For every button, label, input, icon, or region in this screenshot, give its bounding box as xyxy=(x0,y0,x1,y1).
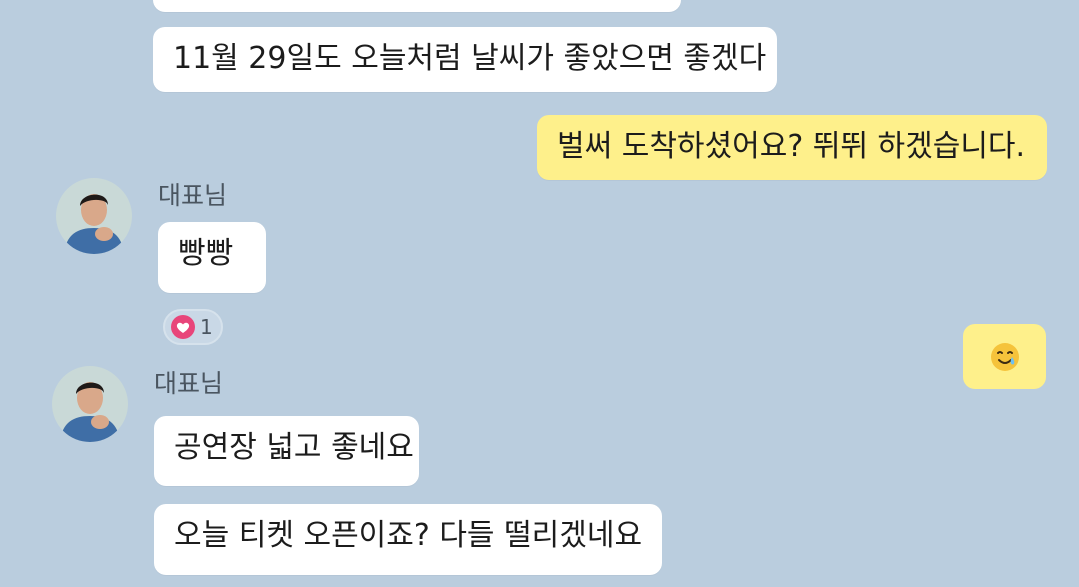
person-avatar-icon xyxy=(52,366,128,442)
person-avatar-icon xyxy=(56,178,132,254)
message-bubble[interactable]: 오늘 티켓 오픈이죠? 다들 떨리겠네요 xyxy=(154,504,662,575)
reaction-count: 1 xyxy=(200,315,213,339)
reaction-badge[interactable]: 1 xyxy=(163,309,223,345)
message-bubble[interactable]: 11월 29일도 오늘처럼 날씨가 좋았으면 좋겠다 xyxy=(153,27,777,92)
message-bubble[interactable]: 빵빵 xyxy=(158,222,266,293)
smiling-face-with-tear-icon xyxy=(990,342,1019,371)
my-message-bubble[interactable]: 벌써 도착하셨어요? 뛰뛰 하겠습니다. xyxy=(537,115,1047,180)
profile-avatar[interactable] xyxy=(52,366,128,442)
message-bubble-partial[interactable] xyxy=(153,0,681,12)
heart-icon xyxy=(171,315,195,339)
profile-avatar[interactable] xyxy=(56,178,132,254)
message-bubble[interactable]: 공연장 넓고 좋네요 xyxy=(154,416,419,486)
sender-name: 대표님 xyxy=(158,181,228,210)
sender-name: 대표님 xyxy=(154,369,224,398)
my-emoji-bubble[interactable] xyxy=(963,324,1046,389)
